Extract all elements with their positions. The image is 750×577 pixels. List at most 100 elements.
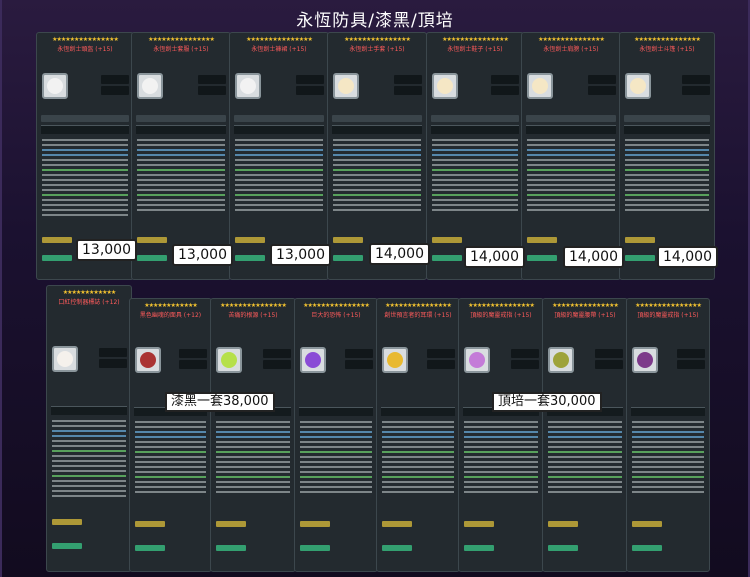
item-side-panel [263, 349, 291, 375]
potential-label [235, 237, 265, 243]
overall-armor-icon [142, 78, 158, 94]
job-bar [431, 125, 519, 134]
top-set-price-banner: 頂培一套30,000 [492, 392, 602, 412]
item-icon-frame [52, 346, 78, 372]
stat-lines [527, 139, 615, 214]
item-card-ring-dark[interactable]: ★★★★★★★★★★★★★★★ 巨大的恐怖 (+15) [294, 298, 378, 572]
item-card-face-accessory[interactable]: ★★★★★★★★★★★★ 口紅控制器標誌 (+12) [46, 285, 132, 572]
item-card-overall[interactable]: ★★★★★★★★★★★★★★★ 永恆劍士套服 (+15) [131, 32, 231, 280]
face-accessory-icon [57, 351, 73, 367]
bonus-potential-label [625, 255, 655, 261]
item-card-shoulder[interactable]: ★★★★★★★★★★★★★★★ 永恆劍士肩膀 (+15) [521, 32, 621, 280]
star-force-rating: ★★★★★★★★★★★★★★★ [552, 302, 619, 309]
item-name: 創世預言者的耳環 (+15) [384, 312, 452, 319]
mask-icon [140, 352, 156, 368]
item-card-eye-accessory[interactable]: ★★★★★★★★★★★★ 黑色幽魂的面具 (+12) [129, 298, 212, 572]
stat-lines [548, 421, 622, 496]
star-force-rating: ★★★★★★★★★★★★★★★ [634, 36, 701, 43]
bonus-potential-label [216, 545, 246, 551]
item-card-earring[interactable]: ★★★★★★★★★★★★★★★ 創世預言者的耳環 (+15) [376, 298, 460, 572]
item-card-bottom[interactable]: ★★★★★★★★★★★★★★★ 永恆劍士褲裙 (+15) [229, 32, 329, 280]
item-icon-frame [527, 73, 553, 99]
item-icon-frame [548, 347, 574, 373]
job-bar [381, 407, 455, 416]
stat-lines [632, 421, 704, 496]
item-icon-frame [135, 347, 161, 373]
item-name: 黑色幽魂的面具 (+12) [139, 312, 202, 319]
potential-label [52, 519, 82, 525]
bonus-potential-label [382, 545, 412, 551]
earring-icon [387, 352, 403, 368]
bonus-potential-label [432, 255, 462, 261]
bonus-potential-label [137, 255, 167, 261]
stat-lines [333, 139, 421, 214]
star-force-rating: ★★★★★★★★★★★★★★★ [344, 36, 411, 43]
potential-label [625, 237, 655, 243]
pendant-icon [221, 352, 237, 368]
potential-label [135, 521, 165, 527]
star-force-rating: ★★★★★★★★★★★★★★★ [148, 36, 215, 43]
bonus-potential-label [235, 255, 265, 261]
item-card-ring-top[interactable]: ★★★★★★★★★★★★★★★ 頂級的魔靈戒指 (+15) [458, 298, 544, 572]
requirement-bar [624, 115, 710, 122]
potential-label [432, 237, 462, 243]
potential-label [548, 521, 578, 527]
bonus-potential-label [632, 545, 662, 551]
requirement-bar [234, 115, 324, 122]
potential-label [42, 237, 72, 243]
bonus-potential-label [135, 545, 165, 551]
item-card-pendant[interactable]: ★★★★★★★★★★★★★★★ 苦痛的根源 (+15) [210, 298, 296, 572]
item-name: 永恆劍士鞋子 (+15) [447, 46, 503, 53]
helmet-icon [47, 78, 63, 94]
job-bar [299, 407, 373, 416]
star-force-rating: ★★★★★★★★★★★★ [62, 289, 117, 296]
item-icon-frame [300, 347, 326, 373]
stat-lines [235, 139, 323, 214]
item-side-panel [427, 349, 455, 375]
requirement-bar [332, 115, 422, 122]
item-name: 頂級的魔靈腰帶 (+15) [554, 312, 616, 319]
price-tag-overall: 13,000 [172, 244, 233, 266]
item-name: 苦痛的根源 (+15) [228, 312, 278, 319]
item-side-panel [682, 75, 710, 101]
price-tag-cape: 14,000 [657, 246, 718, 268]
page-title: 永恆防具/漆黑/頂培 [296, 11, 454, 31]
stat-lines [382, 421, 454, 496]
bonus-potential-label [333, 255, 363, 261]
stat-lines [432, 139, 518, 214]
potential-label [464, 521, 494, 527]
item-icon-frame [137, 73, 163, 99]
item-icon-frame [625, 73, 651, 99]
item-icon-frame [235, 73, 261, 99]
stat-lines [135, 421, 206, 496]
job-bar [41, 125, 129, 134]
bonus-potential-label [464, 545, 494, 551]
item-card-cape[interactable]: ★★★★★★★★★★★★★★★ 永恆劍士斗篷 (+15) [619, 32, 715, 280]
potential-label [527, 237, 557, 243]
shoes-icon [437, 78, 453, 94]
item-side-panel [588, 75, 616, 101]
bonus-potential-label [527, 255, 557, 261]
potential-label [333, 237, 363, 243]
stat-lines [464, 421, 538, 496]
job-bar [234, 125, 324, 134]
item-icon-frame [382, 347, 408, 373]
item-card-ring-purple[interactable]: ★★★★★★★★★★★★★★★ 頂級的魔靈戒指 (+15) [626, 298, 710, 572]
item-side-panel [101, 75, 129, 101]
item-name: 永恆劍士手套 (+15) [349, 46, 405, 53]
item-card-shoes[interactable]: ★★★★★★★★★★★★★★★ 永恆劍士鞋子 (+15) [426, 32, 524, 280]
star-force-rating: ★★★★★★★★★★★★★★★ [246, 36, 313, 43]
stat-lines [625, 139, 709, 214]
stat-lines [300, 421, 372, 496]
item-name: 巨大的恐怖 (+15) [311, 312, 361, 319]
star-force-rating: ★★★★★★★★★★★★★★★ [538, 36, 605, 43]
price-tag-shoes: 14,000 [464, 246, 525, 268]
job-bar [136, 125, 226, 134]
star-force-rating: ★★★★★★★★★★★★ [144, 302, 198, 309]
shoulder-icon [532, 78, 548, 94]
item-icon-frame [432, 73, 458, 99]
item-icon-frame [333, 73, 359, 99]
gloves-icon [338, 78, 354, 94]
item-card-belt[interactable]: ★★★★★★★★★★★★★★★ 頂級的魔靈腰帶 (+15) [542, 298, 628, 572]
bonus-potential-label [548, 545, 578, 551]
